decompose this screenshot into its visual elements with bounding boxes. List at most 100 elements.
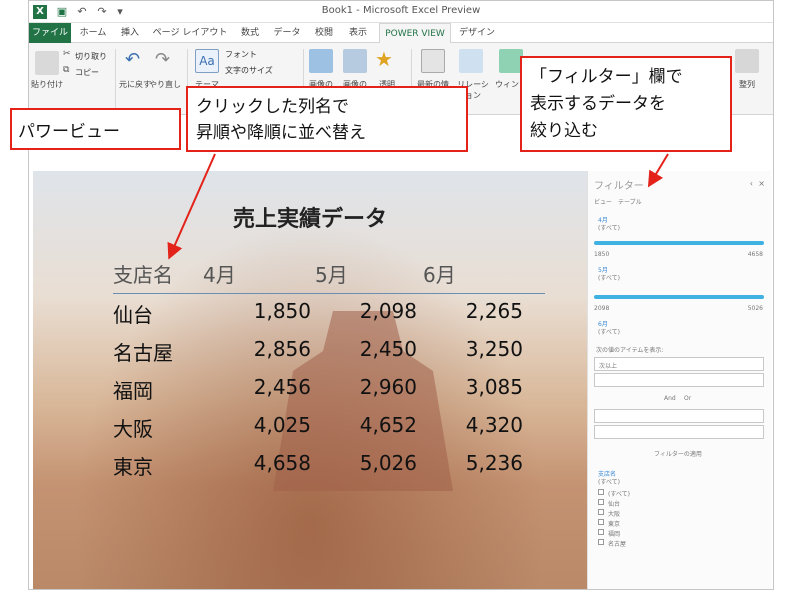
callout-filter: 「フィルター」欄で 表示するデータを 絞り込む — [520, 56, 732, 152]
filter-tab-table[interactable]: テーブル — [618, 197, 642, 206]
close-icon[interactable]: × — [758, 179, 765, 188]
title-bar: X ▣ ↶ ↷ ▾ Book1 - Microsoft Excel Previe… — [29, 1, 773, 23]
filter-tab-view[interactable]: ビュー — [594, 197, 612, 206]
font-button[interactable]: フォント — [225, 49, 257, 60]
column-header-branch[interactable]: 支店名 — [113, 259, 173, 288]
filter-field-june-sub: (すべて) — [598, 329, 621, 336]
cut-icon[interactable]: ✂ — [63, 49, 71, 59]
range-slider-may[interactable] — [594, 295, 764, 299]
table-row-branch: 東京 — [113, 455, 153, 479]
table-row-branch: 仙台 — [113, 303, 153, 327]
and-option[interactable]: And — [664, 395, 676, 402]
table-row-branch: 名古屋 — [113, 341, 173, 365]
range-min-may: 2098 — [594, 305, 610, 312]
checkbox[interactable] — [598, 529, 604, 535]
redo-icon-large[interactable]: ↷ — [155, 49, 170, 70]
filter-field-branch-sub: (すべて) — [598, 479, 621, 486]
range-slider-april[interactable] — [594, 241, 764, 245]
apply-filter-button[interactable]: フィルターの適用 — [654, 449, 702, 458]
undo-icon-large[interactable]: ↶ — [125, 49, 140, 70]
copy-label: コピー — [75, 68, 99, 77]
ribbon-tabs: ファイル ホーム 挿入 ページ レイアウト 数式 データ 校閲 表示 POWER… — [29, 23, 773, 44]
table-cell: 2,456 — [253, 375, 311, 399]
second-condition-input[interactable] — [594, 425, 764, 439]
or-option[interactable]: Or — [684, 395, 691, 402]
arrange-icon[interactable] — [735, 49, 759, 73]
range-max-april: 4658 — [747, 251, 763, 258]
checkbox-label: 名古屋 — [608, 541, 627, 548]
tab-formulas[interactable]: 数式 — [235, 23, 265, 43]
table-cell: 4,320 — [465, 413, 523, 437]
condition-label: 次の値のアイテムを表示: — [596, 347, 664, 354]
filter-field-may-sub: (すべて) — [598, 275, 621, 282]
checkbox[interactable] — [598, 509, 604, 515]
tab-page-layout[interactable]: ページ レイアウト — [149, 23, 231, 43]
tab-insert[interactable]: 挿入 — [115, 23, 145, 43]
table-cell: 3,085 — [465, 375, 523, 399]
window-title: Book1 - Microsoft Excel Preview — [321, 5, 481, 16]
filter-pane-title: フィルター — [594, 181, 644, 192]
cut-label: 切り取り — [75, 52, 107, 61]
condition-value-input[interactable] — [594, 373, 764, 387]
checkbox[interactable] — [598, 539, 604, 545]
tab-review[interactable]: 校閲 — [309, 23, 339, 43]
filter-field-april-sub: (すべて) — [598, 225, 621, 232]
image-icon[interactable] — [309, 49, 333, 73]
paste-label: 貼り付け — [31, 80, 63, 89]
column-header-may[interactable]: 5月 — [315, 259, 348, 288]
second-condition-dropdown[interactable] — [594, 409, 764, 423]
range-min-april: 1850 — [594, 251, 610, 258]
checkbox-label: (すべて) — [608, 491, 631, 498]
checkbox[interactable] — [598, 489, 604, 495]
table-cell: 2,856 — [253, 337, 311, 361]
relationships-icon[interactable] — [459, 49, 483, 73]
table-cell: 4,025 — [253, 413, 311, 437]
callout-power-view: パワービュー — [10, 108, 181, 150]
callout-filter-line3: 絞り込む — [530, 121, 598, 141]
image-position-icon[interactable] — [343, 49, 367, 73]
table-cell: 2,265 — [465, 299, 523, 323]
table-cell: 2,960 — [359, 375, 417, 399]
collapse-icon[interactable]: ‹ — [750, 179, 753, 188]
tab-view[interactable]: 表示 — [343, 23, 373, 43]
condition-value: 次以上 — [599, 363, 618, 370]
tab-data[interactable]: データ — [269, 23, 305, 43]
condition-dropdown[interactable]: 次以上 — [594, 357, 764, 371]
theme-icon[interactable]: Aa — [195, 49, 219, 73]
power-view-canvas[interactable]: 売上実績データ 支店名 4月 5月 6月 仙台 1,850 2,098 2,26… — [33, 171, 587, 589]
table-cell: 3,250 — [465, 337, 523, 361]
tab-home[interactable]: ホーム — [75, 23, 111, 43]
checkbox[interactable] — [598, 519, 604, 525]
tab-design[interactable]: デザイン — [457, 23, 497, 43]
checkbox[interactable] — [598, 499, 604, 505]
transparency-icon[interactable]: ★ — [375, 47, 393, 71]
arrange-label: 整列 — [739, 80, 755, 89]
callout-sort-line1: クリックした列名で — [196, 97, 349, 117]
table-row-branch: 大阪 — [113, 417, 153, 441]
table-cell: 5,026 — [359, 451, 417, 475]
table-row-branch: 福岡 — [113, 379, 153, 403]
callout-filter-line2: 表示するデータを — [530, 94, 666, 114]
filter-pane: フィルター ‹ × ビュー テーブル 4月 (すべて) 1850 4658 5月… — [587, 171, 771, 589]
column-header-april[interactable]: 4月 — [203, 259, 236, 288]
callout-sort: クリックした列名で 昇順や降順に並べ替え — [186, 86, 468, 152]
report-title: 売上実績データ — [232, 207, 387, 232]
refresh-icon[interactable] — [421, 49, 445, 73]
tab-file[interactable]: ファイル — [29, 23, 71, 43]
column-header-june[interactable]: 6月 — [423, 259, 456, 288]
table-cell: 5,236 — [465, 451, 523, 475]
table-cell: 1,850 — [253, 299, 311, 323]
table-cell: 2,098 — [359, 299, 417, 323]
table-cell: 2,450 — [359, 337, 417, 361]
copy-icon[interactable]: ⧉ — [63, 65, 69, 75]
table-cell: 4,658 — [253, 451, 311, 475]
header-underline — [113, 293, 545, 294]
range-max-may: 5026 — [747, 305, 763, 312]
paste-icon[interactable] — [35, 51, 59, 75]
tab-power-view[interactable]: POWER VIEW — [379, 23, 451, 44]
checkbox-label: 東京 — [608, 521, 621, 528]
text-size-button[interactable]: 文字のサイズ — [225, 65, 273, 76]
checkbox-label: 福岡 — [608, 531, 621, 538]
table-cell: 4,652 — [359, 413, 417, 437]
callout-sort-line2: 昇順や降順に並べ替え — [196, 123, 366, 143]
